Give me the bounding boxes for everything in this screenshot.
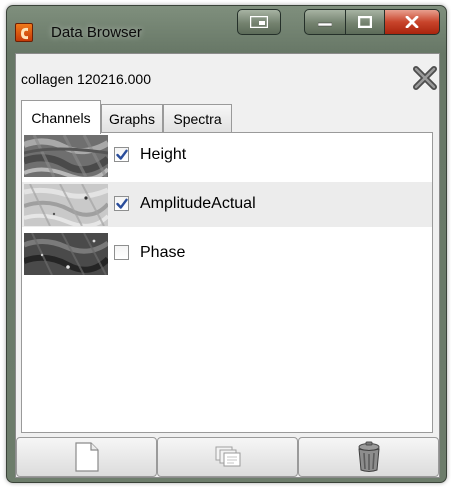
phase-label: Phase (140, 244, 186, 261)
phase-checkbox[interactable] (114, 245, 129, 260)
height-label: Height (140, 146, 187, 163)
bottom-toolbar (16, 437, 439, 477)
window-title: Data Browser (51, 24, 142, 41)
close-icon (405, 16, 419, 28)
snap-icon (250, 16, 268, 28)
amplitude-thumbnail (24, 184, 108, 226)
channel-row-phase[interactable]: Phase (22, 231, 432, 276)
channel-row-amplitude[interactable]: AmplitudeActual (22, 182, 432, 227)
tab-graphs[interactable]: Graphs (101, 104, 163, 133)
close-button[interactable] (384, 9, 440, 35)
checkmark-icon (116, 149, 128, 160)
channel-row-height[interactable]: Height (22, 133, 432, 178)
tab-spectra[interactable]: Spectra (163, 104, 232, 133)
close-file-button[interactable] (412, 65, 438, 91)
channel-list: Height AmplitudeActual Phase (21, 132, 433, 433)
duplicate-icon (215, 446, 240, 467)
new-document-icon (74, 442, 99, 472)
new-document-button[interactable] (16, 437, 157, 477)
amplitude-checkbox[interactable] (114, 196, 129, 211)
tab-channels[interactable]: Channels (21, 100, 101, 134)
phase-thumbnail (24, 233, 108, 275)
trash-icon (357, 441, 380, 472)
close-x-icon (413, 66, 437, 90)
height-checkbox[interactable] (114, 147, 129, 162)
height-thumbnail (24, 135, 108, 177)
app-logo-icon[interactable] (15, 23, 33, 42)
minimize-icon (318, 22, 332, 27)
minimize-button[interactable] (304, 9, 346, 35)
trash-button[interactable] (298, 437, 439, 477)
maximize-icon (358, 16, 372, 28)
file-name-label: collagen 120216.000 (21, 71, 152, 87)
amplitude-label: AmplitudeActual (140, 195, 256, 212)
browser-panel: collagen 120216.000 Channels Graphs Spec… (15, 53, 440, 478)
duplicate-button[interactable] (157, 437, 298, 477)
checkmark-icon (116, 198, 128, 209)
data-browser-window: Data Browser collagen 120216.000 Channel… (6, 5, 447, 483)
maximize-button[interactable] (345, 9, 385, 35)
snap-button[interactable] (237, 9, 281, 35)
title-bar[interactable]: Data Browser (7, 6, 446, 58)
